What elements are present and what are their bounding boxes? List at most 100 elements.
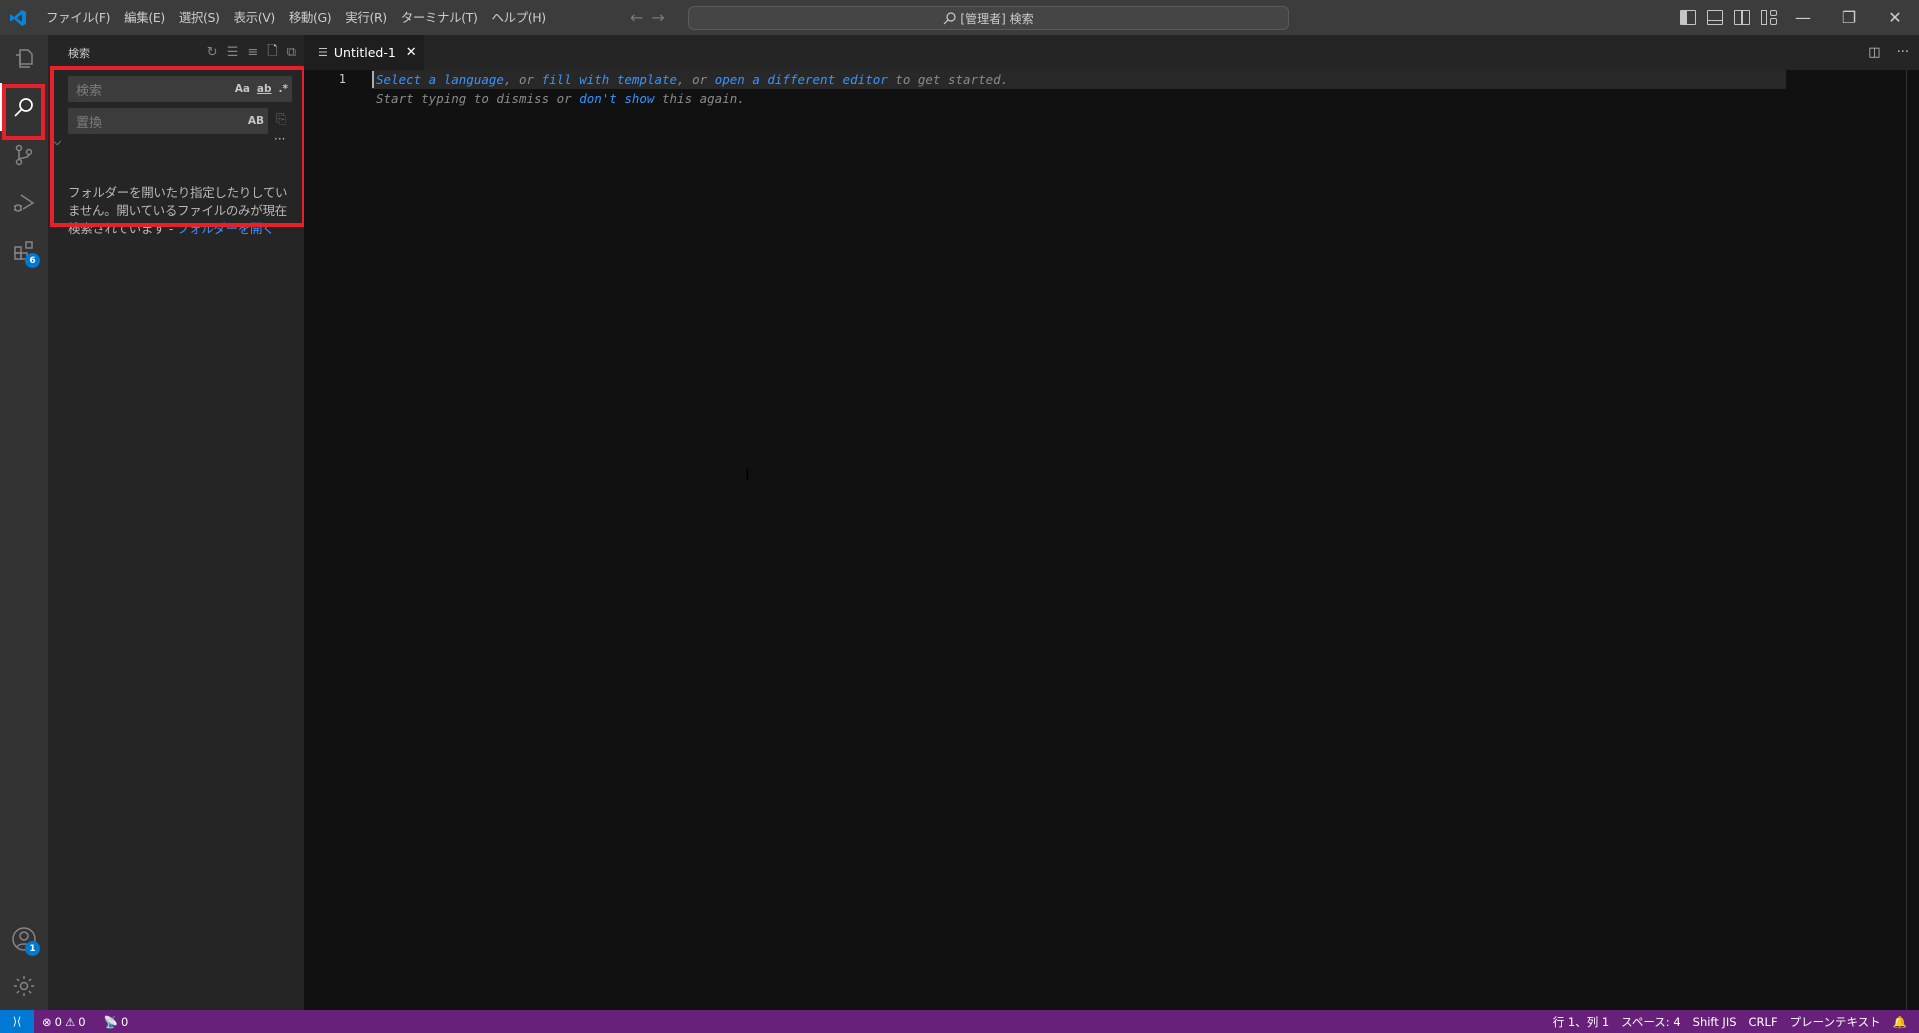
status-bar: ⟩⟨ ⊗ 0 ⚠ 0 📡 0 行 1、列 1 スペース: 4 Shift JIS CR… — [0, 1010, 1919, 1033]
source-control-icon — [15, 144, 33, 166]
menu-run[interactable]: 実行(R) — [338, 5, 393, 31]
remote-button[interactable]: ⟩⟨ — [0, 1010, 34, 1033]
hint-text: this again. — [654, 91, 745, 106]
plain-text-file-icon: ☰ — [318, 46, 328, 59]
menu-edit[interactable]: 編集(E) — [117, 5, 172, 31]
back-arrow-icon[interactable]: ← — [630, 8, 643, 27]
hint-text: to get started. — [887, 72, 1009, 87]
toggle-primary-sidebar-icon[interactable] — [1680, 10, 1696, 25]
broadcast-icon: 📡 — [103, 1014, 118, 1029]
problems-status[interactable]: ⊗ 0 ⚠ 0 — [36, 1015, 92, 1029]
editor-hint-line-1: Select a language, or fill with template… — [376, 70, 1008, 89]
open-folder-link[interactable]: フォルダーを開く — [177, 221, 275, 236]
run-debug-icon — [14, 194, 35, 212]
end-of-line[interactable]: CRLF — [1743, 1015, 1784, 1029]
accounts-badge: 1 — [25, 941, 40, 956]
no-folder-message: フォルダーを開いたり指定したりしていません。開いているファイルのみが現在検索され… — [68, 184, 290, 238]
extensions-badge: 6 — [25, 253, 40, 268]
activity-explorer[interactable] — [0, 35, 48, 83]
vscode-logo-icon — [1, 0, 35, 35]
tab-untitled-1[interactable]: ☰ Untitled-1 ✕ — [304, 35, 424, 70]
encoding[interactable]: Shift JIS — [1687, 1015, 1743, 1029]
hint-text: , or — [677, 72, 715, 87]
replace-input-placeholder: 置換 — [76, 115, 103, 131]
refresh-icon[interactable]: ↻ — [207, 45, 218, 60]
match-case-toggle[interactable]: Aa — [235, 83, 250, 95]
search-sidebar: 検索 ↻ ☰ ≡ 🗋 ⧉ ⌵ 検索 Aa ab .* 置換 AB ⎘ ··· フ… — [48, 35, 304, 1010]
search-icon — [943, 11, 957, 24]
dont-show-link[interactable]: don't show — [579, 91, 654, 106]
hint-text: , or — [503, 72, 542, 87]
gear-icon — [14, 976, 34, 996]
toggle-panel-icon[interactable] — [1707, 10, 1723, 25]
menu-view[interactable]: 表示(V) — [227, 5, 282, 31]
menu-file[interactable]: ファイル(F) — [39, 5, 117, 31]
warning-count: 0 — [78, 1014, 86, 1029]
close-tab-icon[interactable]: ✕ — [406, 45, 417, 60]
view-as-tree-icon[interactable]: ⧉ — [287, 45, 296, 60]
collapse-all-icon[interactable]: ≡ — [247, 45, 258, 60]
menu-selection[interactable]: 選択(S) — [172, 5, 227, 31]
menu-bar: ファイル(F) 編集(E) 選択(S) 表示(V) 移動(G) 実行(R) ター… — [39, 0, 553, 35]
activity-bar: 6 1 — [0, 35, 48, 1010]
vertical-scrollbar[interactable] — [1906, 70, 1907, 1010]
navigation-arrows: ← → — [630, 0, 665, 35]
text-cursor — [372, 71, 374, 88]
layout-controls — [1680, 0, 1777, 35]
restore-button[interactable]: ❐ — [1826, 0, 1872, 35]
error-count: 0 — [54, 1014, 62, 1029]
indentation[interactable]: スペース: 4 — [1615, 1014, 1686, 1030]
close-window-button[interactable]: ✕ — [1872, 0, 1918, 35]
select-language-link[interactable]: Select a language — [376, 72, 504, 87]
activity-source-control[interactable] — [0, 131, 48, 179]
editor-hint-line-2: Start typing to dismiss or don't show th… — [376, 89, 745, 108]
command-center-label: [管理者] 検索 — [960, 11, 1034, 26]
replace-input[interactable]: 置換 AB — [68, 108, 268, 134]
editor-actions: ◫ ··· — [1868, 35, 1909, 70]
editor-tab-bar: ☰ Untitled-1 ✕ ◫ ··· — [304, 35, 1919, 70]
activity-extensions[interactable]: 6 — [0, 227, 48, 275]
warning-icon: ⚠ — [64, 1014, 76, 1029]
text-editor[interactable]: 1 Select a language, or fill with templa… — [304, 70, 1919, 1010]
error-icon: ⊗ — [42, 1014, 52, 1029]
search-input[interactable]: 検索 Aa ab .* — [68, 76, 292, 102]
ports-status[interactable]: 📡 0 — [98, 1015, 135, 1029]
whole-word-toggle[interactable]: ab — [257, 83, 272, 95]
forward-arrow-icon[interactable]: → — [651, 8, 664, 27]
line-number: 1 — [338, 72, 346, 86]
clear-results-icon[interactable]: ☰ — [227, 45, 239, 60]
notifications-bell-icon[interactable]: 🔔 — [1887, 1015, 1913, 1029]
customize-layout-icon[interactable] — [1761, 10, 1777, 25]
title-bar: ファイル(F) 編集(E) 選択(S) 表示(V) 移動(G) 実行(R) ター… — [0, 0, 1919, 35]
menu-go[interactable]: 移動(G) — [282, 5, 338, 31]
search-details-more-icon[interactable]: ··· — [274, 132, 285, 146]
remote-icon: ⟩⟨ — [12, 1015, 22, 1028]
activity-accounts[interactable]: 1 — [0, 915, 48, 963]
menu-help[interactable]: ヘルプ(H) — [484, 5, 552, 31]
files-icon — [16, 49, 33, 68]
fill-template-link[interactable]: fill with template — [542, 72, 677, 87]
menu-terminal[interactable]: ターミナル(T) — [394, 5, 485, 31]
split-editor-icon[interactable]: ◫ — [1868, 45, 1880, 60]
open-different-editor-link[interactable]: open a different editor — [715, 72, 888, 87]
activity-run-debug[interactable] — [0, 179, 48, 227]
toggle-replace-chevron-icon[interactable]: ⌵ — [53, 135, 61, 149]
regex-toggle[interactable]: .* — [279, 83, 288, 95]
new-search-editor-icon[interactable]: 🗋 — [267, 42, 277, 64]
activity-search[interactable] — [0, 83, 48, 131]
language-mode[interactable]: プレーンテキスト — [1784, 1014, 1887, 1030]
ports-count: 0 — [120, 1014, 129, 1029]
window-controls: — ❐ ✕ — [1780, 0, 1918, 35]
replace-all-icon[interactable]: ⎘ — [276, 112, 286, 127]
more-actions-icon[interactable]: ··· — [1897, 45, 1909, 60]
activity-manage[interactable] — [0, 962, 48, 1010]
minimize-button[interactable]: — — [1780, 0, 1826, 35]
command-center-search[interactable]: [管理者] 検索 — [688, 6, 1289, 30]
hint-text: Start typing to dismiss or — [376, 91, 580, 106]
cursor-position[interactable]: 行 1、列 1 — [1547, 1014, 1615, 1030]
toggle-secondary-sidebar-icon[interactable] — [1734, 10, 1750, 25]
preserve-case-toggle[interactable]: AB — [248, 115, 264, 127]
search-icon — [14, 98, 33, 117]
tab-label: Untitled-1 — [333, 45, 396, 60]
status-right: 行 1、列 1 スペース: 4 Shift JIS CRLF プレーンテキスト … — [1547, 1010, 1913, 1033]
